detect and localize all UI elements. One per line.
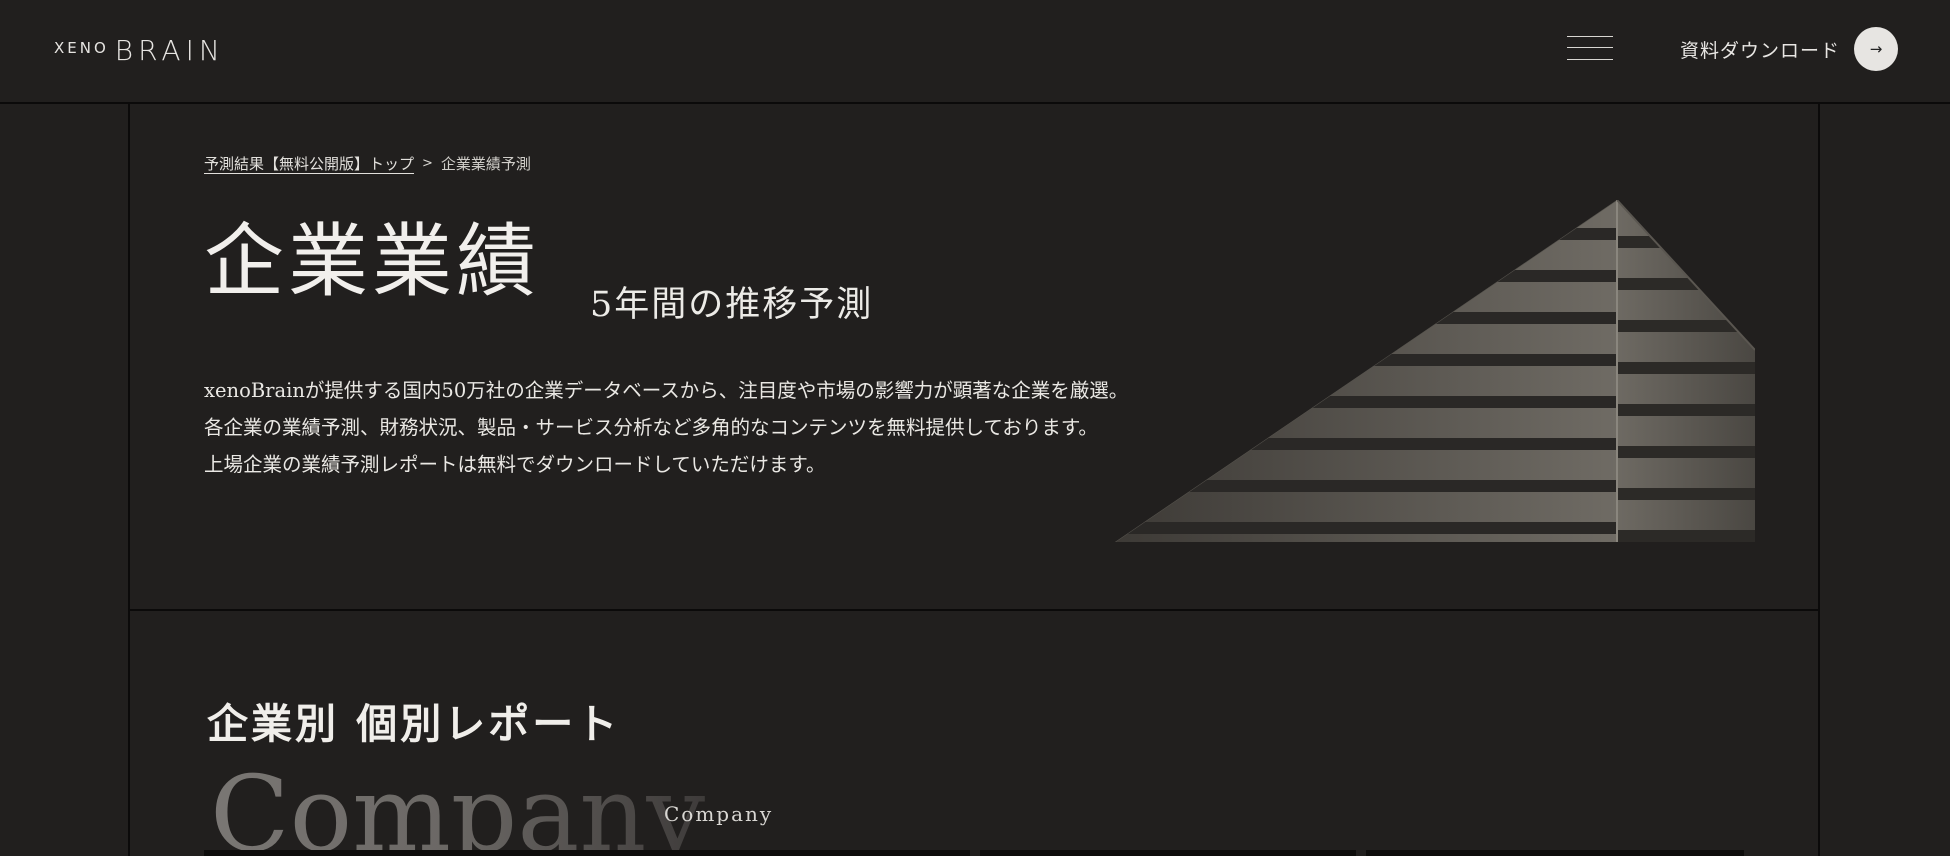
section-title: 企業別 個別レポート <box>207 700 621 748</box>
breadcrumb-link-top[interactable]: 予測結果【無料公開版】トップ <box>204 153 414 174</box>
frame-right-line <box>1818 104 1820 856</box>
hero-description: xenoBrainが提供する国内50万社の企業データベースから、注目度や市場の影… <box>204 372 1128 483</box>
xenobrain-logo[interactable]: XENO BRAIN <box>54 34 225 67</box>
section-background-word: Company <box>210 762 705 856</box>
logo-prefix: XENO <box>54 39 109 57</box>
arrow-right-icon[interactable]: → <box>1854 27 1899 71</box>
frame-left-line <box>128 104 130 856</box>
section-label: Company <box>664 802 774 826</box>
logo-main: BRAIN <box>114 34 225 67</box>
breadcrumb: 予測結果【無料公開版】トップ > 企業業績予測 <box>204 153 531 174</box>
hamburger-menu-icon[interactable] <box>1567 34 1613 62</box>
description-line: xenoBrainが提供する国内50万社の企業データベースから、注目度や市場の影… <box>204 379 1129 402</box>
description-line: 上場企業の業績予測レポートは無料でダウンロードしていただけます。 <box>204 453 826 476</box>
download-materials-link[interactable]: 資料ダウンロード → <box>1680 27 1899 71</box>
card-top-edge <box>980 850 1356 856</box>
description-line: 各企業の業績予測、財務状況、製品・サービス分析など多角的なコンテンツを無料提供し… <box>204 416 1098 439</box>
download-label: 資料ダウンロード <box>1680 39 1841 62</box>
page-title: 企業業績 <box>204 215 540 308</box>
card-top-edge <box>204 850 970 856</box>
site-header: XENO BRAIN 資料ダウンロード → <box>0 0 1950 104</box>
building-image <box>1115 200 1755 542</box>
breadcrumb-current: 企業業績予測 <box>440 155 531 173</box>
page-subtitle: 5年間の推移予測 <box>590 285 874 325</box>
breadcrumb-separator: > <box>422 156 433 171</box>
section-divider <box>128 609 1820 611</box>
card-top-edge <box>1366 850 1744 856</box>
